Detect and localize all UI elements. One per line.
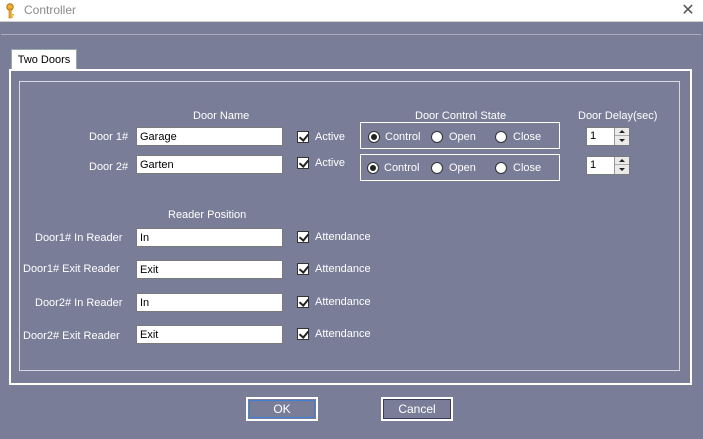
door1-open-radio[interactable] (431, 131, 443, 143)
reader4-input[interactable] (136, 325, 283, 344)
door2-name-input[interactable] (136, 155, 283, 174)
close-icon[interactable]: ✕ (673, 0, 703, 22)
door2-active-label: Active (315, 157, 345, 169)
door2-open-label: Open (449, 162, 476, 174)
window-title: Controller (24, 3, 77, 17)
spin-down-icon[interactable] (615, 165, 629, 173)
door2-open-radio[interactable] (431, 162, 443, 174)
spin-up-icon[interactable] (615, 128, 629, 136)
door1-active-label: Active (315, 131, 345, 143)
door1-close-radio[interactable] (495, 131, 507, 143)
reader3-input[interactable] (136, 293, 283, 312)
header-reader-position: Reader Position (168, 209, 247, 221)
door2-delay-buttons (614, 157, 629, 174)
reader2-input[interactable] (136, 260, 283, 279)
divider (1, 34, 701, 35)
cancel-button[interactable]: Cancel (381, 397, 453, 421)
title-bar: Controller ✕ (0, 0, 703, 22)
door1-control-radio[interactable] (368, 131, 380, 143)
header-door-delay: Door Delay(sec) (578, 110, 658, 122)
door2-control-radio[interactable] (367, 162, 379, 174)
door2-close-radio[interactable] (495, 162, 507, 174)
spin-up-icon[interactable] (615, 157, 629, 165)
reader3-label: Door2# In Reader (35, 297, 123, 309)
door1-delay-value: 1 (590, 130, 597, 142)
spin-down-icon[interactable] (615, 136, 629, 144)
door2-delay-spinner[interactable]: 1 (586, 156, 630, 175)
reader2-label: Door1# Exit Reader (23, 263, 120, 275)
door1-label: Door 1# (89, 131, 129, 143)
header-door-name: Door Name (193, 110, 250, 122)
door1-control-label: Control (385, 131, 421, 143)
reader1-attendance-label: Attendance (315, 231, 371, 243)
key-icon (6, 3, 14, 19)
reader3-attendance-label: Attendance (315, 296, 371, 308)
tab-two-doors[interactable]: Two Doors (11, 49, 77, 71)
reader1-label: Door1# In Reader (35, 232, 123, 244)
door1-close-label: Close (513, 131, 542, 143)
reader1-attendance-checkbox[interactable] (297, 231, 309, 243)
reader4-attendance-checkbox[interactable] (297, 328, 309, 340)
door2-delay-value: 1 (590, 159, 597, 171)
header-door-control-state: Door Control State (415, 110, 507, 122)
reader4-attendance-label: Attendance (315, 328, 371, 340)
door2-active-checkbox[interactable] (297, 157, 309, 169)
reader2-attendance-label: Attendance (315, 263, 371, 275)
reader1-input[interactable] (136, 228, 283, 247)
door1-delay-buttons (614, 128, 629, 145)
door2-label: Door 2# (89, 161, 129, 173)
door2-close-label: Close (513, 162, 542, 174)
door1-active-checkbox[interactable] (297, 131, 309, 143)
door1-delay-spinner[interactable]: 1 (586, 127, 630, 146)
door2-control-label: Control (384, 162, 420, 174)
reader3-attendance-checkbox[interactable] (297, 296, 309, 308)
ok-button[interactable]: OK (246, 397, 318, 421)
reader4-label: Door2# Exit Reader (23, 330, 120, 342)
door1-open-label: Open (449, 131, 476, 143)
door1-name-input[interactable] (136, 127, 283, 146)
reader2-attendance-checkbox[interactable] (297, 263, 309, 275)
